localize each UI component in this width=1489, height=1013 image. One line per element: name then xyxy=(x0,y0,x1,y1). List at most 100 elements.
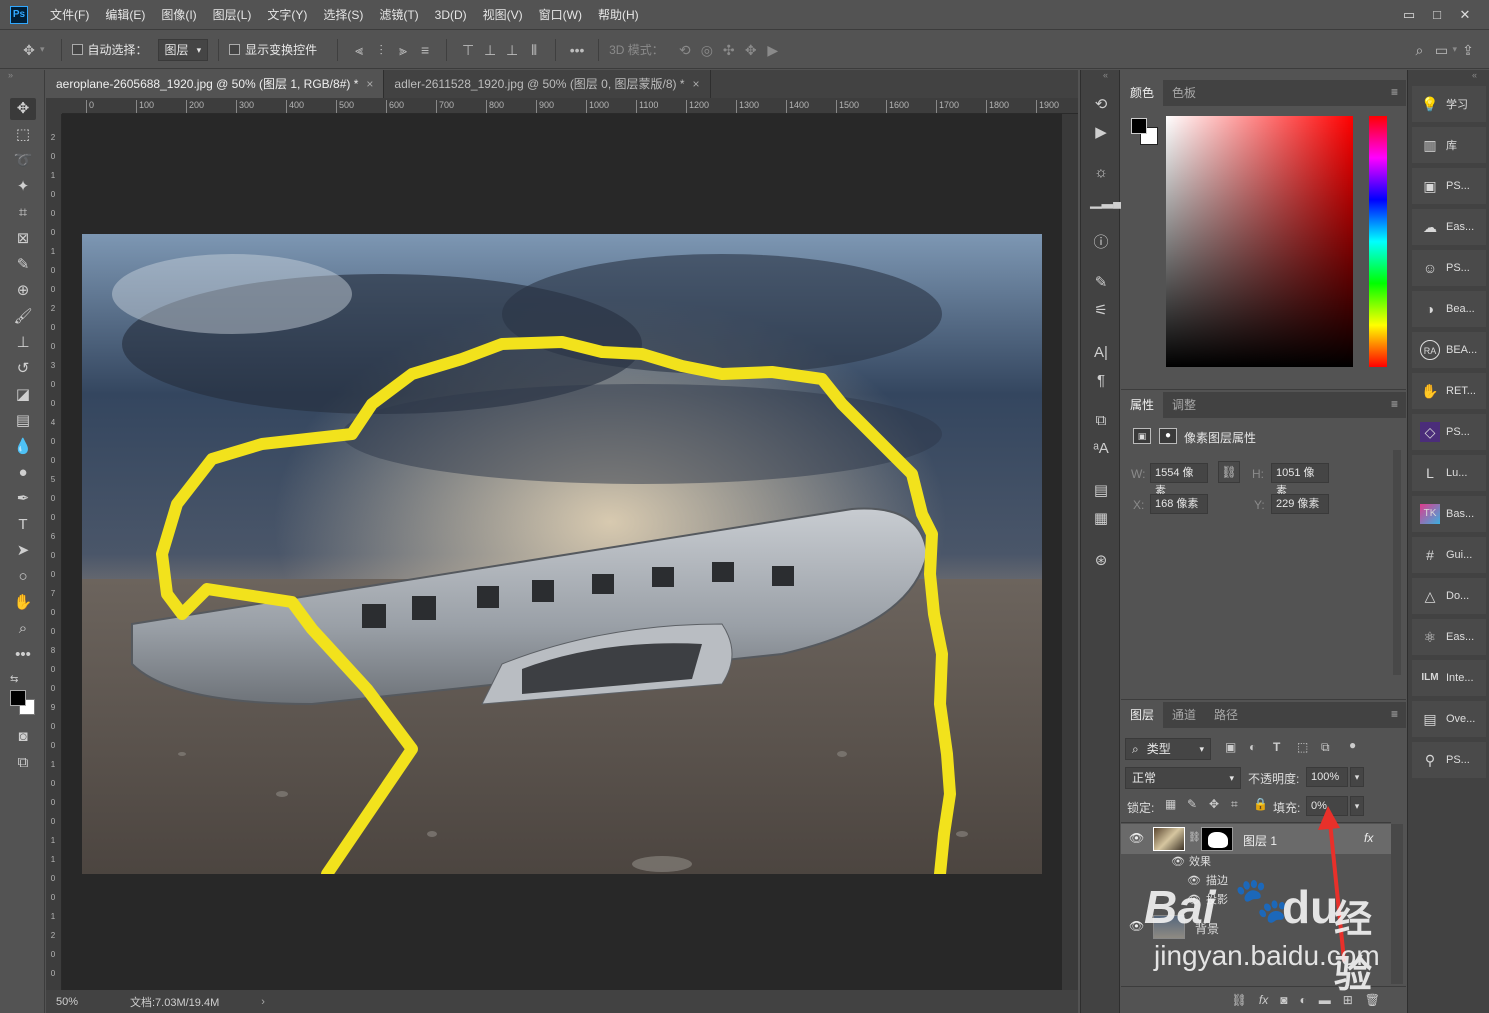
menu-filter[interactable]: 滤镜(T) xyxy=(371,0,426,30)
panel-menu-icon[interactable]: ≡ xyxy=(1391,397,1398,411)
filter-smart-object-icon[interactable]: ⧉ xyxy=(1321,740,1330,755)
tab-aeroplane[interactable]: aeroplane-2605688_1920.jpg @ 50% (图层 1, … xyxy=(46,70,385,98)
distribute-h-icon[interactable]: ≡ xyxy=(414,39,436,61)
actions-play-icon[interactable]: ▶ xyxy=(1090,122,1112,144)
panel-item-libraries[interactable]: ▥ 库 xyxy=(1412,127,1486,163)
3d-icon[interactable]: ⊛ xyxy=(1090,550,1112,572)
panel-menu-icon[interactable]: ≡ xyxy=(1391,85,1398,99)
histogram-icon[interactable]: ▁▂▃ xyxy=(1090,190,1125,212)
distribute-v-icon[interactable]: ⦀ xyxy=(523,39,545,61)
chain-link-icon[interactable]: ⛓ xyxy=(1188,832,1201,843)
marquee-tool-icon[interactable]: ⬚ xyxy=(10,124,36,146)
panel-item-ps4[interactable]: ⚲ PS... xyxy=(1412,742,1486,778)
auto-select-checkbox[interactable] xyxy=(71,44,83,55)
eraser-tool-icon[interactable]: ◪ xyxy=(10,384,36,406)
filter-pixel-icon[interactable]: ▣ xyxy=(1225,740,1236,754)
horizontal-ruler[interactable]: 0 100 200 300 400 500 600 700 800 900 1000 1100 1200… xyxy=(62,98,1078,114)
color-field[interactable] xyxy=(1166,116,1353,367)
visibility-eye-icon[interactable]: 👁 xyxy=(1187,871,1201,891)
3d-slide-icon[interactable]: ✥ xyxy=(740,39,762,61)
panel-item-do[interactable]: △ Do... xyxy=(1412,578,1486,614)
character-icon[interactable]: A| xyxy=(1090,342,1112,364)
auto-select-target-dropdown[interactable]: 图层 ▾ xyxy=(157,38,209,61)
3d-scale-icon[interactable]: ▶ xyxy=(762,39,784,61)
tab-paths[interactable]: 路径 xyxy=(1205,702,1247,728)
notes-icon[interactable]: ▦ xyxy=(1090,508,1112,530)
blur-tool-icon[interactable]: 💧 xyxy=(10,436,36,458)
chevron-down-icon[interactable]: ▾ xyxy=(40,44,45,55)
close-window-button[interactable]: ✕ xyxy=(1451,5,1479,25)
brush-tool-icon[interactable]: 🖌 xyxy=(10,306,36,328)
panel-item-learn[interactable]: 💡 学习 xyxy=(1412,86,1486,122)
search-icon[interactable]: ⌕ xyxy=(1408,39,1430,61)
add-mask-icon[interactable]: ◙ xyxy=(1280,993,1287,1007)
healing-brush-tool-icon[interactable]: ⊕ xyxy=(10,280,36,302)
menu-file[interactable]: 文件(F) xyxy=(42,0,97,30)
status-menu-arrow[interactable]: › xyxy=(261,996,265,1008)
align-middle-v-icon[interactable]: ⊥ xyxy=(479,39,501,61)
opacity-field[interactable]: 100% xyxy=(1306,767,1348,787)
link-icon[interactable]: ⛓ xyxy=(1218,461,1240,483)
menu-window[interactable]: 窗口(W) xyxy=(531,0,590,30)
chevron-down-icon[interactable]: ▾ xyxy=(1350,796,1364,816)
pen-tool-icon[interactable]: ✒ xyxy=(10,488,36,510)
tab-channels[interactable]: 通道 xyxy=(1163,702,1205,728)
path-selection-tool-icon[interactable]: ➤ xyxy=(10,540,36,562)
zoom-tool-icon[interactable]: ⌕ xyxy=(10,618,36,640)
panel-menu-icon[interactable]: ≡ xyxy=(1391,707,1398,721)
libraries-icon[interactable]: ▤ xyxy=(1090,480,1112,502)
new-adjustment-icon[interactable]: ◐ xyxy=(1299,993,1306,1007)
eyedropper-tool-icon[interactable]: ✎ xyxy=(10,254,36,276)
glyphs-icon[interactable]: ᵃA xyxy=(1090,438,1112,460)
layer-thumbnail[interactable] xyxy=(1153,827,1185,851)
type-tool-icon[interactable]: T xyxy=(10,514,36,536)
foreground-color-swatch[interactable] xyxy=(10,690,26,706)
new-group-icon[interactable]: ▬ xyxy=(1319,993,1331,1007)
layer-name[interactable]: 背景 xyxy=(1195,920,1219,937)
history-brush-tool-icon[interactable]: ↺ xyxy=(10,358,36,380)
panel-item-ove[interactable]: ▤ Ove... xyxy=(1412,701,1486,737)
show-transform-checkbox[interactable] xyxy=(229,44,241,55)
3d-roll-icon[interactable]: ◎ xyxy=(696,39,718,61)
brush-settings-icon[interactable]: ✎ xyxy=(1090,272,1112,294)
clone-source-icon[interactable]: ⧉ xyxy=(1090,410,1112,432)
foreground-color-swatch[interactable] xyxy=(1131,118,1147,134)
layer-mask-thumbnail[interactable] xyxy=(1201,827,1233,851)
panel-item-eas2[interactable]: ⚛ Eas... xyxy=(1412,619,1486,655)
panel-item-bas[interactable]: TK Bas... xyxy=(1412,496,1486,532)
visibility-eye-icon[interactable]: 👁 xyxy=(1129,919,1144,933)
menu-select[interactable]: 选择(S) xyxy=(315,0,371,30)
close-icon[interactable]: × xyxy=(693,77,700,91)
canvas-scrollbar[interactable] xyxy=(1062,114,1078,990)
gradient-tool-icon[interactable]: ▤ xyxy=(10,410,36,432)
adjustments-icon[interactable]: ☼ xyxy=(1090,162,1112,184)
minimize-button[interactable]: ▭ xyxy=(1395,5,1423,25)
3d-orbit-icon[interactable]: ⟲ xyxy=(674,39,696,61)
align-bottom-icon[interactable]: ⊥ xyxy=(501,39,523,61)
fx-indicator[interactable]: fx xyxy=(1364,831,1373,845)
filter-type-icon[interactable]: T xyxy=(1273,740,1280,754)
swap-colors-icon[interactable]: ⇆ xyxy=(10,674,18,685)
3d-pan-icon[interactable]: ✣ xyxy=(718,39,740,61)
tab-color[interactable]: 颜色 xyxy=(1121,80,1164,106)
scrollbar[interactable] xyxy=(1391,824,1403,984)
panel-item-eas1[interactable]: ☁ Eas... xyxy=(1412,209,1486,245)
align-center-h-icon[interactable]: ⫶ xyxy=(370,39,392,61)
panel-item-ps2[interactable]: ☺ PS... xyxy=(1412,250,1486,286)
panel-item-ret[interactable]: ✋ RET... xyxy=(1412,373,1486,409)
collapse-icon[interactable]: « xyxy=(1103,70,1108,80)
screen-mode-icon[interactable]: ⧉ xyxy=(10,752,36,774)
lock-all-icon[interactable]: 🔒 xyxy=(1253,797,1268,811)
menu-image[interactable]: 图像(I) xyxy=(153,0,204,30)
collapse-icon[interactable]: » xyxy=(8,70,13,80)
tab-adjustments[interactable]: 调整 xyxy=(1163,392,1205,418)
effects-row[interactable]: 👁 效果 xyxy=(1121,852,1391,872)
x-field[interactable]: 168 像素 xyxy=(1150,494,1208,514)
layer-row-layer1[interactable]: 👁 ⛓ 图层 1 fx xyxy=(1121,824,1391,854)
align-right-icon[interactable]: ⫸ xyxy=(392,39,414,61)
layer-filter-dropdown[interactable]: ⌕ 类型 ▾ xyxy=(1125,738,1211,760)
crop-tool-icon[interactable]: ⌗ xyxy=(10,202,36,224)
menu-help[interactable]: 帮助(H) xyxy=(590,0,647,30)
lock-artboard-icon[interactable]: ⌗ xyxy=(1231,797,1238,812)
move-tool-preset-icon[interactable]: ✥ xyxy=(18,39,40,61)
